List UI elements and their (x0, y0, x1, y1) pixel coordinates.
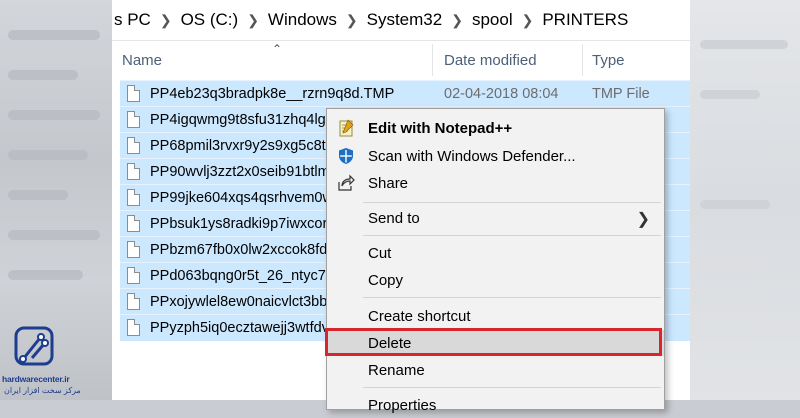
menu-item-send-to[interactable]: Send to ❯ (327, 205, 664, 231)
file-icon (127, 267, 140, 284)
column-header-type[interactable]: Type (592, 52, 625, 69)
menu-separator (363, 202, 661, 203)
file-icon (127, 241, 140, 258)
file-name: PPxojywlel8ew0naicvlct3bb (150, 294, 328, 310)
file-name: PP68pmil3rvxr9y2s9xg5c8t0 (150, 138, 334, 154)
file-name: PP90wvlj3zzt2x0seib91btlm (150, 164, 330, 180)
menu-item-cut[interactable]: Cut (327, 240, 664, 266)
file-icon (127, 111, 140, 128)
notepad-plus-plus-icon (337, 119, 355, 137)
file-name: PPbzm67fb0x0lw2xccok8fd (150, 242, 328, 258)
windows-defender-shield-icon (337, 147, 355, 165)
context-menu: Edit with Notepad++ Scan with Windows De… (325, 108, 665, 414)
menu-label: Send to (368, 210, 420, 227)
menu-label: Edit with Notepad++ (368, 120, 513, 137)
file-icon (127, 319, 140, 336)
file-icon (127, 215, 140, 232)
file-icon (127, 293, 140, 310)
menu-label: Cut (368, 245, 392, 262)
menu-separator (363, 235, 661, 236)
menu-item-properties[interactable]: Properties (327, 392, 664, 418)
menu-item-delete[interactable]: Delete (325, 328, 664, 356)
chevron-right-icon: ❯ (521, 11, 534, 28)
file-name: PPyzph5iq0ecztawejj3wtfdv (150, 320, 329, 336)
menu-item-copy[interactable]: Copy (327, 267, 664, 293)
circuit-logo-icon (14, 326, 54, 366)
file-name: PP4igqwmg9t8sfu31zhq4lg (150, 112, 326, 128)
menu-item-edit-with-notepad[interactable]: Edit with Notepad++ (327, 115, 664, 141)
menu-separator (363, 297, 661, 298)
column-header-date-modified[interactable]: Date modified (444, 52, 537, 69)
blurred-details-pane (690, 0, 800, 400)
menu-label: Scan with Windows Defender... (368, 148, 576, 165)
breadcrumb-os-c[interactable]: OS (C:) (181, 10, 239, 30)
file-name: PPd063bqng0r5t_26_ntyc78 (150, 268, 334, 284)
file-name: PP4eb23q3bradpk8e__rzrn9q8d.TMP (150, 86, 395, 102)
breadcrumb-system32[interactable]: System32 (367, 10, 443, 30)
chevron-right-icon: ❯ (451, 11, 463, 28)
breadcrumb-this-pc[interactable]: s PC (114, 10, 151, 30)
logo-brand-text: hardwarecenter.ir (2, 374, 70, 384)
file-icon (127, 189, 140, 206)
menu-item-rename[interactable]: Rename (327, 357, 664, 383)
file-icon (127, 85, 140, 102)
file-date: 02-04-2018 08:04 (444, 86, 559, 102)
chevron-right-icon: ❯ (159, 11, 172, 28)
share-icon (337, 174, 355, 192)
breadcrumb-windows[interactable]: Windows (268, 10, 337, 30)
menu-item-share[interactable]: Share (327, 170, 664, 196)
address-bar[interactable]: s PC ❯ OS (C:) ❯ Windows ❯ System32 ❯ sp… (112, 0, 690, 41)
column-divider[interactable] (582, 44, 583, 76)
menu-label: Rename (368, 362, 425, 379)
menu-label: Delete (368, 335, 412, 352)
file-icon (127, 137, 140, 154)
file-icon (127, 163, 140, 180)
hardwarecenter-logo: hardwarecenter.ir مرکز سخت افزار ایران (0, 322, 81, 400)
breadcrumb-spool[interactable]: spool (472, 10, 513, 30)
column-header-row: ⌃ Name Date modified Type (112, 42, 690, 76)
menu-label: Share (368, 175, 409, 192)
menu-label: Create shortcut (368, 308, 471, 325)
menu-item-create-shortcut[interactable]: Create shortcut (327, 303, 664, 329)
file-row[interactable]: PP4eb23q3bradpk8e__rzrn9q8d.TMP 02-04-20… (120, 80, 690, 107)
submenu-arrow-icon: ❯ (636, 211, 650, 228)
sort-ascending-icon: ⌃ (272, 42, 283, 56)
column-divider[interactable] (432, 44, 433, 76)
chevron-right-icon: ❯ (247, 11, 259, 28)
menu-separator (363, 387, 661, 388)
file-name: PP99jke604xqs4qsrhvem0w (150, 190, 333, 206)
breadcrumb-printers[interactable]: PRINTERS (542, 10, 628, 30)
menu-item-scan-with-defender[interactable]: Scan with Windows Defender... (327, 143, 664, 169)
chevron-right-icon: ❯ (345, 11, 358, 28)
menu-label: Copy (368, 272, 404, 289)
file-name: PPbsuk1ys8radki9p7iwxcor (150, 216, 328, 232)
file-type: TMP File (592, 86, 650, 102)
logo-tagline: مرکز سخت افزار ایران (4, 386, 81, 395)
column-header-name[interactable]: Name (122, 52, 162, 69)
